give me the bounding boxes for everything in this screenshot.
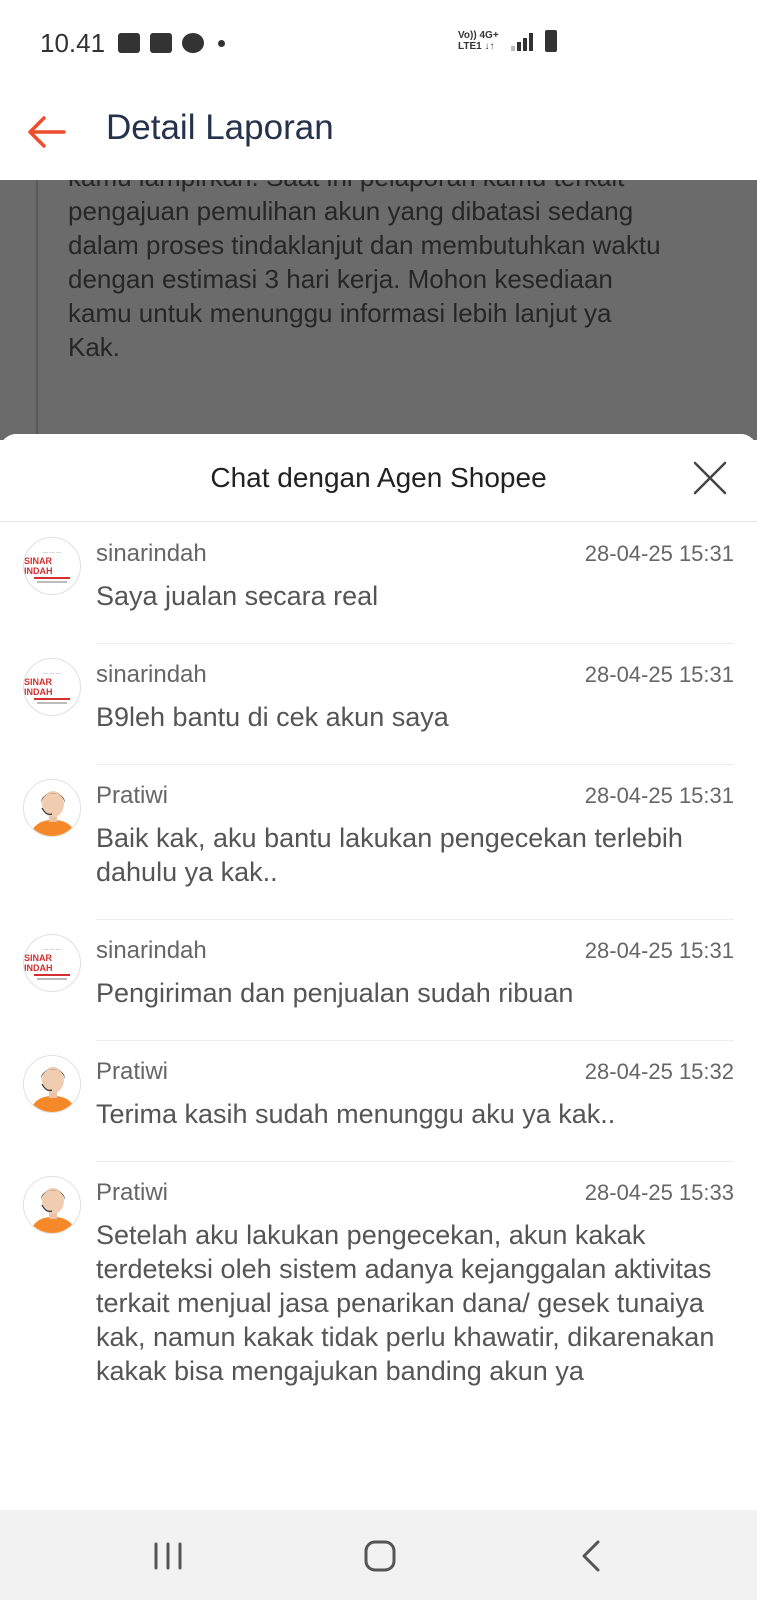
chat-message: Pratiwi 28-04-25 15:32 Terima kasih sudah … bbox=[0, 1041, 757, 1162]
message-text: Baik kak, aku bantu lakukan pengecekan t… bbox=[96, 821, 734, 920]
close-icon[interactable] bbox=[692, 460, 728, 496]
shop-logo-icon: — — — SINAR INDAH bbox=[23, 537, 81, 595]
gallery-icon bbox=[118, 33, 140, 53]
message-text: Setelah aku lakukan pengecekan, akun kak… bbox=[96, 1220, 715, 1386]
message-icon bbox=[182, 33, 204, 53]
network-indicator: Vo)) 4G+ LTE1 ↓↑ bbox=[458, 30, 499, 52]
chat-message: — — — SINAR INDAH sinarindah 28-04-25 15:31… bbox=[0, 523, 757, 644]
report-divider bbox=[36, 180, 38, 440]
system-icons: Vo)) 4G+ LTE1 ↓↑ bbox=[458, 30, 557, 52]
back-arrow-icon[interactable] bbox=[24, 110, 68, 154]
report-text: kamu lampirkan. Saat ini pelaporan kamu … bbox=[68, 180, 661, 362]
chat-sheet: Chat dengan Agen Shopee — — — SINAR INDAH… bbox=[0, 434, 757, 1510]
message-time: 28-04-25 15:31 bbox=[584, 938, 734, 963]
agent-avatar-icon bbox=[23, 1176, 81, 1234]
notification-icons bbox=[118, 33, 225, 53]
back-nav-icon[interactable] bbox=[572, 1536, 612, 1576]
shop-logo-icon: — — — SINAR INDAH bbox=[23, 658, 81, 716]
message-time: 28-04-25 15:31 bbox=[584, 783, 734, 808]
message-time: 28-04-25 15:33 bbox=[584, 1180, 734, 1205]
shopee-icon bbox=[150, 33, 172, 53]
status-bar: 10.41 Vo)) 4G+ LTE1 ↓↑ bbox=[0, 0, 757, 90]
recent-apps-icon[interactable] bbox=[148, 1536, 188, 1576]
chat-message-list[interactable]: — — — SINAR INDAH sinarindah 28-04-25 15:31… bbox=[0, 523, 757, 1503]
navigation-bar bbox=[0, 1510, 757, 1600]
shop-logo-text: SINAR INDAH bbox=[24, 555, 53, 576]
report-overlay[interactable]: kamu lampirkan. Saat ini pelaporan kamu … bbox=[0, 180, 757, 440]
chat-sheet-header: Chat dengan Agen Shopee bbox=[0, 434, 757, 522]
signal-icon bbox=[510, 31, 533, 51]
chat-sheet-title: Chat dengan Agen Shopee bbox=[210, 462, 547, 493]
home-icon[interactable] bbox=[360, 1536, 400, 1576]
shop-logo-text: SINAR INDAH bbox=[24, 952, 53, 973]
chat-message: — — — SINAR INDAH sinarindah 28-04-25 15:31… bbox=[0, 644, 757, 765]
message-text: Pengiriman dan penjualan sudah ribuan bbox=[96, 976, 734, 1041]
agent-avatar-icon bbox=[23, 1055, 81, 1113]
agent-avatar-icon bbox=[23, 779, 81, 837]
shop-logo-text: SINAR INDAH bbox=[24, 676, 53, 697]
shop-logo-icon: — — — SINAR INDAH bbox=[23, 934, 81, 992]
status-time: 10.41 bbox=[40, 28, 106, 58]
chat-message: Pratiwi 28-04-25 15:31 Baik kak, aku bantu… bbox=[0, 765, 757, 920]
message-time: 28-04-25 15:31 bbox=[584, 541, 734, 566]
message-text: Terima kasih sudah menunggu aku ya kak.. bbox=[96, 1097, 734, 1162]
chat-message: Pratiwi 28-04-25 15:33 Setelah aku lakukan… bbox=[0, 1162, 757, 1418]
more-notifications-icon bbox=[218, 39, 225, 47]
battery-icon bbox=[544, 30, 557, 52]
network-top-label: Vo)) 4G+ bbox=[458, 30, 499, 41]
app-header: Detail Laporan bbox=[0, 90, 757, 180]
page-title: Detail Laporan bbox=[106, 108, 334, 147]
message-text: Saya jualan secara real bbox=[96, 579, 734, 644]
network-bottom-label: LTE1 ↓↑ bbox=[458, 41, 495, 52]
chat-message: — — — SINAR INDAH sinarindah 28-04-25 15:31… bbox=[0, 920, 757, 1041]
message-time: 28-04-25 15:32 bbox=[584, 1059, 734, 1084]
message-text: B9leh bantu di cek akun saya bbox=[96, 700, 734, 765]
message-time: 28-04-25 15:31 bbox=[584, 662, 734, 687]
